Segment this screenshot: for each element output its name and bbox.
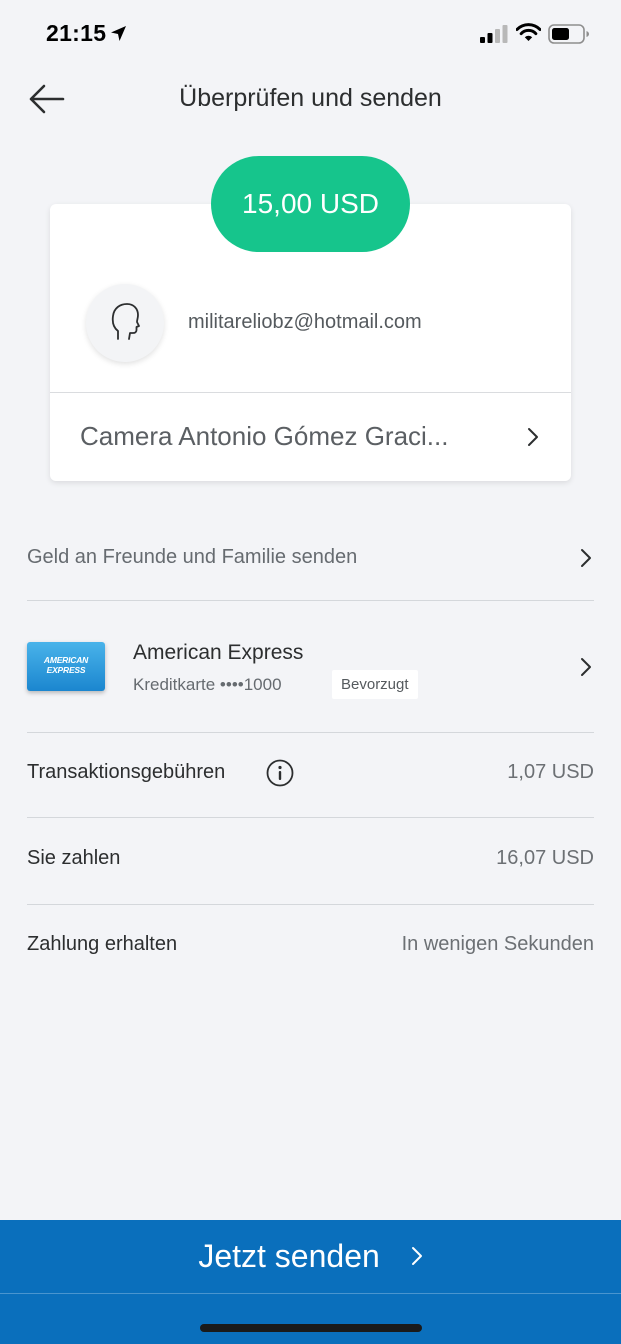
wifi-icon [515, 23, 542, 47]
status-time: 21:15 [46, 20, 107, 46]
chevron-right-icon [580, 548, 592, 573]
recipient-name-row[interactable]: Camera Antonio Gómez Graci... [50, 393, 571, 481]
total-label: Sie zahlen [27, 847, 121, 869]
divider [27, 817, 594, 818]
person-profile-icon [111, 303, 140, 340]
payment-method-row[interactable] [27, 601, 594, 732]
location-arrow-icon [110, 25, 127, 47]
payment-purpose-label: Geld an Freunde und Familie senden [27, 546, 358, 568]
chevron-right-icon [580, 657, 592, 682]
recipient-email: militareliobz@hotmail.com [188, 311, 422, 333]
chevron-right-icon [527, 427, 539, 452]
info-icon[interactable] [266, 759, 294, 792]
total-value: 16,07 USD [496, 847, 594, 869]
divider [0, 1293, 621, 1294]
home-indicator [200, 1324, 422, 1332]
fees-value: 1,07 USD [507, 761, 594, 783]
cellular-signal-icon [480, 25, 508, 48]
send-now-label: Jetzt senden [198, 1238, 380, 1274]
header: Überprüfen und senden [0, 68, 621, 132]
amex-logo-text: AMERICAN EXPRESS [43, 655, 89, 675]
fees-label: Transaktionsgebühren [27, 761, 226, 783]
send-now-button[interactable]: Jetzt senden [0, 1220, 621, 1344]
recipient-name: Camera Antonio Gómez Graci... [80, 421, 449, 451]
american-express-card-icon: AMERICAN EXPRESS [27, 642, 105, 691]
send-now-label-wrap: Jetzt senden [0, 1238, 621, 1277]
battery-icon [548, 24, 590, 49]
amount-badge: 15,00 USD [211, 156, 410, 252]
page-title: Überprüfen und senden [179, 84, 442, 112]
card-detail: Kreditkarte ••••1000 [133, 675, 282, 694]
avatar [86, 284, 164, 362]
divider [27, 732, 594, 733]
divider [27, 904, 594, 905]
delivery-value: In wenigen Sekunden [401, 933, 594, 955]
payment-purpose-row[interactable]: Geld an Freunde und Familie senden [27, 514, 594, 600]
delivery-label: Zahlung erhalten [27, 933, 178, 955]
status-bar: 21:15 [0, 0, 621, 68]
chevron-right-icon [411, 1237, 423, 1274]
card-name: American Express [133, 641, 304, 664]
preferred-badge: Bevorzugt [332, 670, 418, 699]
